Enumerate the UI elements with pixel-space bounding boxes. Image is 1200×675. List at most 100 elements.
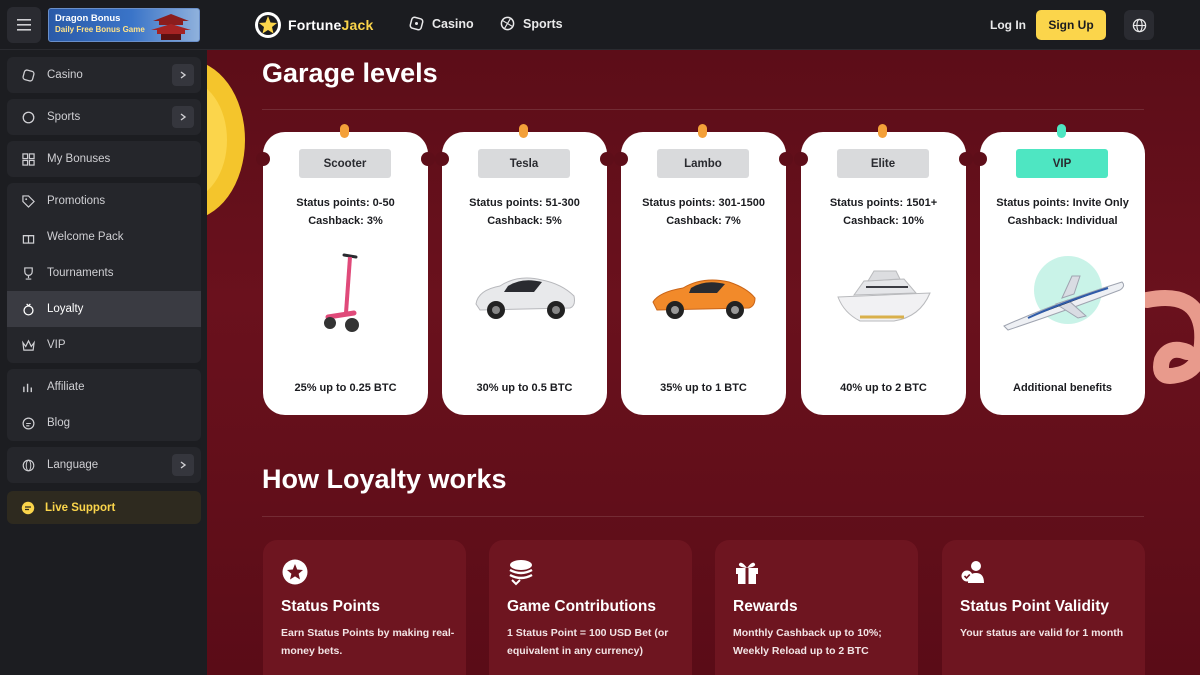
divider — [262, 109, 1144, 110]
card-notch — [435, 152, 449, 166]
level-info: Status points: 51-300 Cashback: 5% — [442, 194, 607, 230]
logo-text-fortune: Fortune — [288, 17, 342, 33]
top-bar: Dragon Bonus Daily Free Bonus Game Fortu… — [0, 0, 1200, 50]
sidebar-group-casino: Casino — [7, 57, 201, 93]
sidebar-item-sports[interactable]: Sports — [7, 99, 201, 135]
garage-levels-title: Garage levels — [262, 58, 438, 88]
card-pin — [340, 124, 349, 138]
level-reward: 40% up to 2 BTC — [840, 382, 927, 394]
level-info: Status points: 301-1500 Cashback: 7% — [621, 194, 786, 230]
status-points: Status points: 1501+ — [829, 197, 938, 209]
cashback: Cashback: 5% — [487, 215, 562, 227]
status-points: Status points: 0-50 — [296, 197, 395, 209]
sidebar-item-loyalty[interactable]: Loyalty — [7, 291, 201, 327]
card-notch — [959, 152, 973, 166]
chevron-right-icon[interactable] — [172, 454, 194, 476]
fortunejack-logo[interactable]: FortuneJack — [254, 11, 373, 39]
how-card-status-point-validity: Status Point Validity Your status are va… — [942, 540, 1145, 675]
coin-decoration — [207, 64, 245, 216]
level-reward: 35% up to 1 BTC — [660, 382, 747, 394]
sidebar-item-blog[interactable]: Blog — [7, 405, 201, 441]
sidebar: Casino Sports My Bonuses Promotions Welc… — [0, 50, 207, 675]
sports-car-icon — [621, 244, 786, 344]
affiliate-icon — [21, 380, 35, 394]
how-card-title: Status Points — [281, 598, 381, 615]
blog-icon — [21, 416, 35, 430]
scooter-icon — [263, 244, 428, 344]
language-button[interactable] — [1124, 10, 1154, 40]
sidebar-item-casino[interactable]: Casino — [7, 57, 201, 93]
sidebar-item-label: Loyalty — [47, 303, 84, 315]
nav-casino-label: Casino — [432, 16, 474, 31]
chevron-right-icon[interactable] — [172, 64, 194, 86]
how-card-title: Rewards — [733, 598, 798, 615]
card-notch — [614, 152, 628, 166]
sidebar-item-tournaments[interactable]: Tournaments — [7, 255, 201, 291]
ribbon-decoration — [1139, 290, 1200, 384]
how-card-desc: Monthly Cashback up to 10%; Weekly Reloa… — [733, 627, 882, 657]
yacht-icon — [801, 244, 966, 344]
card-notch — [794, 152, 808, 166]
sidebar-group-bonuses: My Bonuses — [7, 141, 201, 177]
card-pin — [1057, 124, 1066, 138]
level-info: Status points: 0-50 Cashback: 3% — [263, 194, 428, 230]
level-reward: Additional benefits — [1013, 382, 1112, 394]
sidebar-item-label: Welcome Pack — [47, 231, 124, 243]
sidebar-item-label: Promotions — [47, 195, 106, 207]
globe-icon — [21, 458, 35, 472]
sidebar-item-label: My Bonuses — [47, 153, 111, 165]
card-pin — [519, 124, 528, 138]
card-notch — [600, 152, 614, 166]
level-card-tesla: Tesla Status points: 51-300 Cashback: 5%… — [435, 124, 614, 415]
level-card-elite: Elite Status points: 1501+ Cashback: 10%… — [794, 124, 973, 415]
status-points: Status points: 301-1500 — [642, 197, 765, 209]
grid-icon — [21, 152, 35, 166]
cashback: Cashback: Individual — [1007, 215, 1118, 227]
sidebar-item-vip[interactable]: VIP — [7, 327, 201, 363]
level-tag: Tesla — [478, 149, 570, 178]
sidebar-item-my-bonuses[interactable]: My Bonuses — [7, 141, 201, 177]
card-notch — [256, 152, 270, 166]
sidebar-item-label: Casino — [47, 69, 83, 81]
live-support-button[interactable]: Live Support — [7, 491, 201, 524]
jet-icon — [980, 244, 1145, 344]
hamburger-icon — [17, 19, 31, 31]
casino-chip-icon — [409, 16, 424, 31]
dragon-bonus-banner[interactable]: Dragon Bonus Daily Free Bonus Game — [48, 8, 200, 42]
trophy-icon — [21, 266, 35, 280]
menu-button[interactable] — [7, 7, 41, 43]
nav-casino[interactable]: Casino — [409, 16, 474, 31]
sidebar-item-label: Language — [47, 459, 99, 471]
cashback: Cashback: 7% — [666, 215, 741, 227]
chevron-right-icon[interactable] — [172, 106, 194, 128]
level-reward: 30% up to 0.5 BTC — [476, 382, 573, 394]
card-notch — [779, 152, 793, 166]
divider — [262, 516, 1144, 517]
car-icon — [442, 244, 607, 344]
nav-sports[interactable]: Sports — [500, 16, 563, 31]
level-tag: Lambo — [657, 149, 749, 178]
coins-icon — [509, 560, 533, 586]
sidebar-item-label: Sports — [47, 111, 81, 123]
how-card-desc: 1 Status Point = 100 USD Bet (or equival… — [507, 627, 669, 657]
signup-button[interactable]: Sign Up — [1036, 10, 1106, 40]
card-notch — [421, 152, 435, 166]
sidebar-item-label: VIP — [47, 339, 66, 351]
how-card-rewards: Rewards Monthly Cashback up to 10%; Week… — [715, 540, 918, 675]
how-card-title: Status Point Validity — [960, 598, 1109, 615]
gift-icon — [21, 230, 35, 244]
status-points: Status points: 51-300 — [469, 197, 580, 209]
sidebar-item-promotions[interactable]: Promotions — [7, 183, 201, 219]
sidebar-item-language[interactable]: Language — [7, 447, 201, 483]
sidebar-item-label: Affiliate — [47, 381, 85, 393]
level-card-scooter: Scooter Status points: 0-50 Cashback: 3%… — [256, 124, 435, 415]
cashback: Cashback: 10% — [843, 215, 924, 227]
sidebar-group-sports: Sports — [7, 99, 201, 135]
level-info: Status points: 1501+ Cashback: 10% — [801, 194, 966, 230]
sidebar-group-language: Language — [7, 447, 201, 483]
level-card-vip: VIP Status points: Invite Only Cashback:… — [973, 124, 1145, 415]
sidebar-item-welcome-pack[interactable]: Welcome Pack — [7, 219, 201, 255]
sidebar-item-affiliate[interactable]: Affiliate — [7, 369, 201, 405]
gift-icon — [736, 562, 758, 584]
login-button[interactable]: Log In — [990, 18, 1026, 32]
